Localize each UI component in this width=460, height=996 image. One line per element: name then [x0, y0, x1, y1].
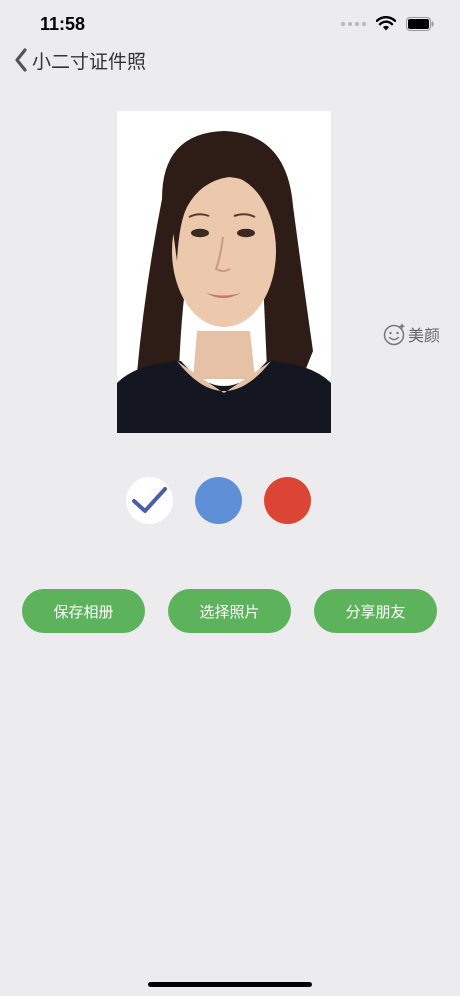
- status-time: 11:58: [40, 14, 86, 34]
- choose-photo-button[interactable]: 选择照片: [168, 589, 291, 633]
- home-indicator: [148, 982, 312, 987]
- page-title: 小二寸证件照: [32, 50, 147, 73]
- beauty-label: 美颜: [408, 326, 441, 345]
- status-icons: [341, 16, 434, 31]
- back-button[interactable]: 小二寸证件照: [14, 44, 146, 76]
- battery-icon: [406, 16, 434, 31]
- id-photo-preview[interactable]: [117, 111, 331, 433]
- background-white-option[interactable]: [126, 477, 173, 524]
- signal-icon: [341, 21, 366, 26]
- nav-bar: 小二寸证件照: [0, 40, 460, 80]
- portrait-photo: [117, 111, 331, 433]
- checkmark-icon: [132, 487, 167, 513]
- share-friends-button[interactable]: 分享朋友: [314, 589, 437, 633]
- beauty-button[interactable]: 美颜: [382, 322, 440, 346]
- background-blue-option[interactable]: [195, 477, 242, 524]
- save-to-album-button[interactable]: 保存相册: [22, 589, 145, 633]
- wifi-icon: [376, 16, 396, 31]
- beauty-face-icon: [383, 323, 406, 346]
- background-red-option[interactable]: [264, 477, 311, 524]
- chevron-left-icon: [15, 48, 27, 72]
